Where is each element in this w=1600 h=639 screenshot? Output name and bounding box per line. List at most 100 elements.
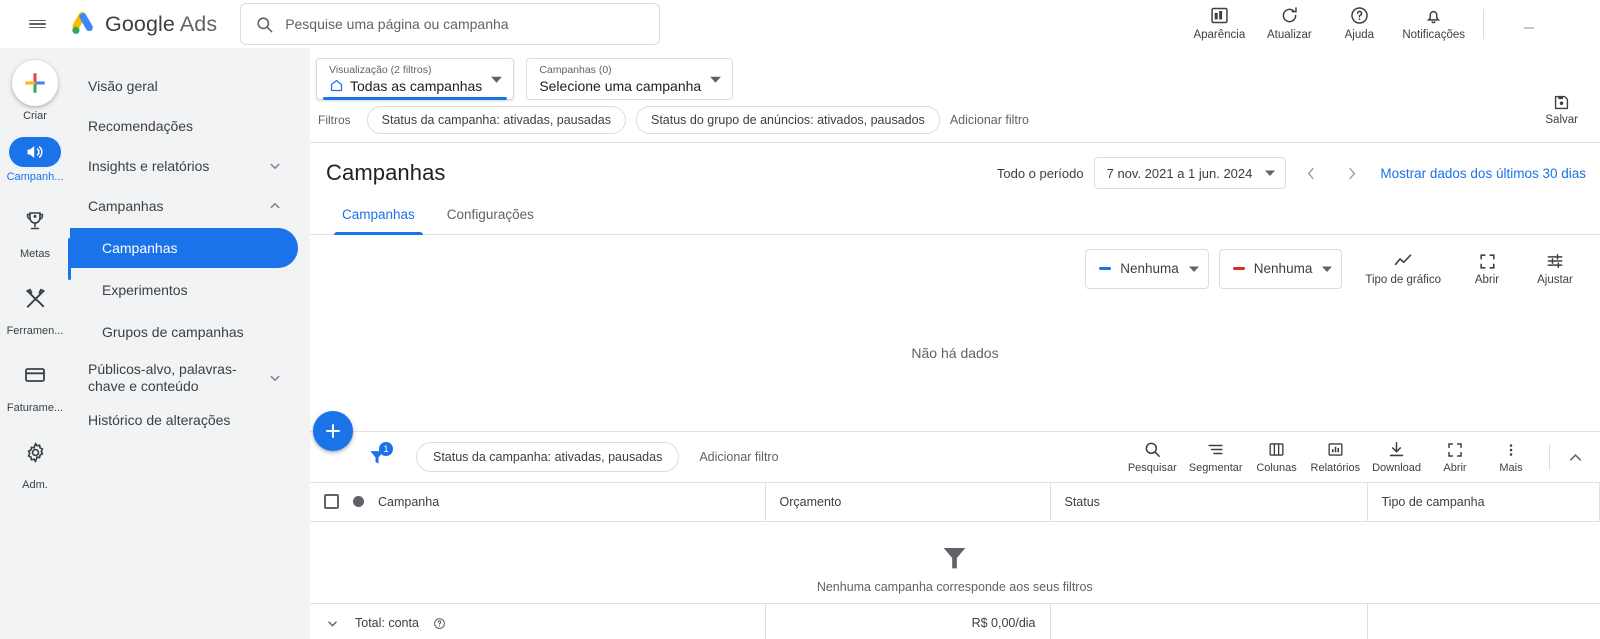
search-input[interactable] xyxy=(285,16,646,32)
table-header-row: Campanha Orçamento Status Tipo de campan… xyxy=(310,483,1600,522)
rail-active-indicator xyxy=(68,238,71,280)
rail-item-faturamento[interactable]: Faturame... xyxy=(2,352,68,415)
column-label-campanha: Campanha xyxy=(378,494,440,509)
rail-item-campanhas[interactable]: Campanh... xyxy=(2,137,68,184)
metric-selector-secondary[interactable]: Nenhuma xyxy=(1218,248,1343,289)
refresh-button[interactable]: Atualizar xyxy=(1256,3,1322,45)
rail-item-criar[interactable]: Criar xyxy=(2,60,68,123)
expand-icon xyxy=(1479,253,1495,269)
chevron-up-icon xyxy=(270,202,280,209)
view-selector[interactable]: Visualização (2 filtros) Todas as campan… xyxy=(316,58,515,100)
filter-chip-campaign-status[interactable]: Status da campanha: ativadas, pausadas xyxy=(366,106,626,134)
brand-text: Google Ads xyxy=(105,12,217,37)
notifications-button[interactable]: Notificações xyxy=(1396,3,1471,45)
table-columns-button[interactable]: Colunas xyxy=(1249,437,1305,477)
ferramentas-icon-bg xyxy=(12,275,58,321)
top-bar: Google Ads Aparência xyxy=(0,0,1600,48)
nav-item-historico-alteracoes[interactable]: Histórico de alterações xyxy=(70,400,298,440)
table-reports-button[interactable]: Relatórios xyxy=(1305,437,1367,477)
chart-type-button[interactable]: Tipo de gráfico xyxy=(1358,247,1448,290)
google-ads-app: Google Ads Aparência xyxy=(0,0,1600,639)
help-button[interactable]: Ajuda xyxy=(1326,3,1392,45)
nav-label-historico: Histórico de alterações xyxy=(88,411,231,428)
column-header-status[interactable]: Status xyxy=(1050,483,1368,522)
nav-subitem-campanhas[interactable]: Campanhas xyxy=(70,228,298,268)
date-range-label: Todo o período xyxy=(996,165,1084,181)
total-inner: Total: conta xyxy=(324,615,751,632)
rail-item-adm[interactable]: Adm. xyxy=(2,429,68,492)
nav-item-publicos-alvo[interactable]: Públicos-alvo, palavras-chave e conteúdo xyxy=(70,354,298,400)
rail-label-ferramentas: Ferramen... xyxy=(6,325,64,337)
tab-campanhas-label: Campanhas xyxy=(342,207,415,222)
table-expand-button[interactable]: Abrir xyxy=(1427,438,1483,477)
account-avatar[interactable] xyxy=(1496,8,1586,40)
table-segment-label: Segmentar xyxy=(1188,462,1243,474)
table-collapse-button[interactable] xyxy=(1558,440,1592,474)
new-campaign-fab[interactable] xyxy=(313,411,353,451)
rail-label-criar: Criar xyxy=(23,110,47,122)
tab-configuracoes[interactable]: Configurações xyxy=(431,197,550,234)
date-range-picker[interactable]: 7 nov. 2021 a 1 jun. 2024 xyxy=(1093,157,1287,189)
table-add-filter-link[interactable]: Adicionar filtro xyxy=(699,450,778,464)
show-last-30-days-link[interactable]: Mostrar dados dos últimos 30 dias xyxy=(1380,166,1586,181)
nav-item-recomendacoes[interactable]: Recomendações xyxy=(70,106,298,146)
total-status-cell xyxy=(1050,603,1368,639)
metric-selector-primary[interactable]: Nenhuma xyxy=(1085,248,1209,289)
segment-icon xyxy=(1208,444,1223,455)
filter-chip-adgroup-status[interactable]: Status do grupo de anúncios: ativados, p… xyxy=(636,106,940,134)
add-filter-link[interactable]: Adicionar filtro xyxy=(950,113,1029,127)
campanhas-icon-bg xyxy=(9,137,61,167)
nav-subitem-experimentos[interactable]: Experimentos xyxy=(70,270,298,310)
empty-state: Nenhuma campanha corresponde aos seus fi… xyxy=(310,530,1600,594)
select-all-checkbox[interactable] xyxy=(324,494,339,510)
metric-color-swatch-blue xyxy=(1099,267,1112,270)
brand-ads: Ads xyxy=(179,11,218,36)
chart-expand-button[interactable]: Abrir xyxy=(1458,248,1516,290)
table-filter-chip[interactable]: Status da campanha: ativadas, pausadas xyxy=(416,442,680,472)
hamburger-icon[interactable] xyxy=(20,7,54,41)
date-range-controls: Todo o período 7 nov. 2021 a 1 jun. 2024 xyxy=(997,157,1586,189)
tab-campanhas[interactable]: Campanhas xyxy=(326,197,431,235)
chevron-right-icon xyxy=(1349,167,1356,179)
chevron-down-icon xyxy=(1322,266,1333,272)
nav-subitem-grupos-campanhas[interactable]: Grupos de campanhas xyxy=(70,312,298,352)
refresh-icon xyxy=(1282,7,1297,23)
search-box[interactable] xyxy=(240,3,661,45)
table-search-button[interactable]: Pesquisar xyxy=(1122,437,1183,477)
chart-adjust-button[interactable]: Ajustar xyxy=(1526,247,1584,290)
table-more-button[interactable]: Mais xyxy=(1483,438,1539,477)
help-icon xyxy=(1351,7,1368,24)
nav-item-visao-geral[interactable]: Visão geral xyxy=(70,66,298,106)
rail-item-ferramentas[interactable]: Ferramen... xyxy=(2,275,68,338)
expand-icon xyxy=(1448,442,1462,457)
column-header-campanha[interactable]: Campanha xyxy=(310,483,766,522)
view-selector-value-wrap: Todas as campanhas xyxy=(329,77,482,95)
campaign-selector-caption: Campanhas (0) xyxy=(539,63,612,76)
nav-item-campanhas-group[interactable]: Campanhas xyxy=(70,186,298,226)
total-type-cell xyxy=(1367,603,1600,639)
campaign-selector[interactable]: Campanhas (0) Selecione uma campanha xyxy=(526,58,734,100)
table-columns-label: Colunas xyxy=(1256,462,1297,474)
table-download-button[interactable]: Download xyxy=(1366,437,1427,477)
help-circle-icon[interactable] xyxy=(433,617,446,630)
rail-item-metas[interactable]: Metas xyxy=(2,198,68,261)
chevron-down-icon xyxy=(491,76,503,83)
megaphone-icon xyxy=(27,146,43,158)
more-vert-icon xyxy=(1509,443,1513,456)
column-header-tipo-campanha[interactable]: Tipo de campanha xyxy=(1367,483,1600,522)
save-button[interactable]: Salvar xyxy=(1537,90,1586,129)
date-prev-button[interactable] xyxy=(1296,158,1326,188)
chevron-down-icon[interactable] xyxy=(324,615,341,632)
bell-icon xyxy=(1426,10,1441,24)
nav-item-insights-relatorios[interactable]: Insights e relatórios xyxy=(70,146,298,186)
filter-toggle-button[interactable]: 1 xyxy=(360,440,394,474)
table-segment-button[interactable]: Segmentar xyxy=(1183,437,1249,477)
chevron-down-icon xyxy=(710,76,722,83)
google-ads-logo[interactable]: Google Ads xyxy=(68,10,217,38)
date-next-button[interactable] xyxy=(1336,158,1366,188)
rail-label-campanhas: Campanh... xyxy=(6,171,64,183)
column-label-status: Status xyxy=(1064,494,1100,509)
column-header-orcamento[interactable]: Orçamento xyxy=(765,483,1051,522)
table-reports-label: Relatórios xyxy=(1310,462,1361,474)
appearance-button[interactable]: Aparência xyxy=(1186,3,1252,45)
